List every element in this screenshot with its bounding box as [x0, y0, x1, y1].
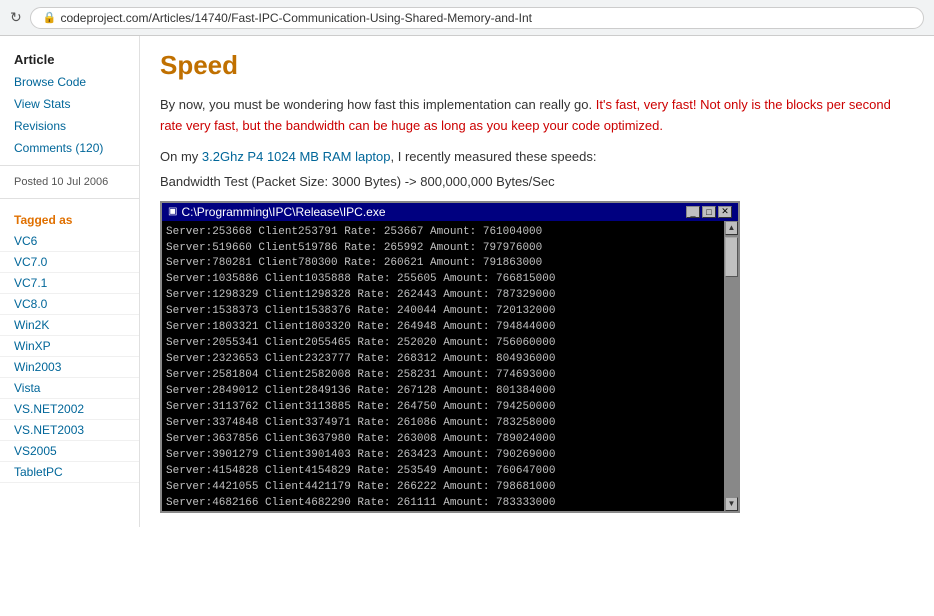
console-titlebar-icon: ▣: [168, 206, 177, 217]
console-restore-btn[interactable]: □: [702, 206, 716, 218]
sidebar-tag-vsnet2003[interactable]: VS.NET2003: [0, 420, 139, 441]
console-line: Server:2849012 Client2849136 Rate: 26712…: [166, 384, 720, 400]
sidebar-tag-vsnet2002[interactable]: VS.NET2002: [0, 399, 139, 420]
scrollbar-track: [725, 235, 738, 497]
laptop-link[interactable]: 3.2Ghz P4 1024 MB RAM laptop: [202, 149, 391, 164]
console-line: Server:1035886 Client1035888 Rate: 25560…: [166, 272, 720, 288]
measured-paragraph: On my 3.2Ghz P4 1024 MB RAM laptop, I re…: [160, 149, 914, 164]
console-line: Server:253668 Client253791 Rate: 253667 …: [166, 225, 720, 241]
console-line: Server:4421055 Client4421179 Rate: 26622…: [166, 480, 720, 496]
address-bar[interactable]: 🔒 codeproject.com/Articles/14740/Fast-IP…: [30, 7, 924, 29]
sidebar-divider-2: [0, 198, 139, 199]
sidebar-tag-vc6[interactable]: VC6: [0, 231, 139, 252]
console-titlebar-left: ▣ C:\Programming\IPC\Release\IPC.exe: [168, 205, 386, 219]
console-line: Server:519660 Client519786 Rate: 265992 …: [166, 241, 720, 257]
console-line: Server:4682166 Client4682290 Rate: 26111…: [166, 496, 720, 511]
console-line: Server:3374848 Client3374971 Rate: 26108…: [166, 416, 720, 432]
sidebar-tag-vista[interactable]: Vista: [0, 378, 139, 399]
console-line: Server:1298329 Client1298328 Rate: 26244…: [166, 288, 720, 304]
console-minimize-btn[interactable]: _: [686, 206, 700, 218]
console-window: ▣ C:\Programming\IPC\Release\IPC.exe _ □…: [160, 201, 740, 513]
sidebar-tag-vc71[interactable]: VC7.1: [0, 273, 139, 294]
reload-icon[interactable]: ↻: [10, 9, 22, 26]
sidebar-article-title: Article: [0, 46, 139, 71]
scrollbar-thumb[interactable]: [725, 237, 738, 277]
browser-bar: ↻ 🔒 codeproject.com/Articles/14740/Fast-…: [0, 0, 934, 36]
console-body: Server:253668 Client253791 Rate: 253667 …: [162, 221, 738, 511]
console-titlebar: ▣ C:\Programming\IPC\Release\IPC.exe _ □…: [162, 203, 738, 221]
console-title: C:\Programming\IPC\Release\IPC.exe: [181, 205, 385, 219]
console-line: Server:3901279 Client3901403 Rate: 26342…: [166, 448, 720, 464]
console-close-btn[interactable]: ✕: [718, 206, 732, 218]
sidebar-link-comments[interactable]: Comments (120): [0, 137, 139, 159]
console-line: Server:2323653 Client2323777 Rate: 26831…: [166, 352, 720, 368]
sidebar-posted: Posted 10 Jul 2006: [0, 172, 139, 192]
console-line: Server:4154828 Client4154829 Rate: 25354…: [166, 464, 720, 480]
scrollbar-up-arrow[interactable]: ▲: [725, 221, 738, 235]
console-line: Server:3113762 Client3113885 Rate: 26475…: [166, 400, 720, 416]
console-scrollbar: ▲ ▼: [724, 221, 738, 511]
sidebar-tag-winxp[interactable]: WinXP: [0, 336, 139, 357]
sidebar-tag-win2k[interactable]: Win2K: [0, 315, 139, 336]
scrollbar-down-arrow[interactable]: ▼: [725, 497, 738, 511]
console-lines: Server:253668 Client253791 Rate: 253667 …: [166, 225, 720, 511]
console-titlebar-buttons: _ □ ✕: [686, 206, 732, 218]
console-line: Server:2055341 Client2055465 Rate: 25202…: [166, 336, 720, 352]
sidebar: Article Browse Code View Stats Revisions…: [0, 36, 140, 527]
sidebar-link-browse-code[interactable]: Browse Code: [0, 71, 139, 93]
sidebar-tag-vc80[interactable]: VC8.0: [0, 294, 139, 315]
sidebar-tag-win2003[interactable]: Win2003: [0, 357, 139, 378]
sidebar-link-view-stats[interactable]: View Stats: [0, 93, 139, 115]
intro-paragraph: By now, you must be wondering how fast t…: [160, 95, 914, 137]
page-title: Speed: [160, 50, 914, 81]
console-line: Server:2581804 Client2582008 Rate: 25823…: [166, 368, 720, 384]
sidebar-divider-1: [0, 165, 139, 166]
sidebar-link-revisions[interactable]: Revisions: [0, 115, 139, 137]
console-line: Server:1538373 Client1538376 Rate: 24004…: [166, 304, 720, 320]
sidebar-tag-tabletpc[interactable]: TabletPC: [0, 462, 139, 483]
console-line: Server:1803321 Client1803320 Rate: 26494…: [166, 320, 720, 336]
main-content: Speed By now, you must be wondering how …: [140, 36, 934, 527]
lock-icon: 🔒: [43, 11, 57, 24]
sidebar-tagged-label: Tagged as: [0, 205, 139, 231]
sidebar-tag-vs2005[interactable]: VS2005: [0, 441, 139, 462]
console-line: Server:780281 Client780300 Rate: 260621 …: [166, 256, 720, 272]
console-line: Server:3637856 Client3637980 Rate: 26300…: [166, 432, 720, 448]
bandwidth-text: Bandwidth Test (Packet Size: 3000 Bytes)…: [160, 174, 914, 189]
url-text: codeproject.com/Articles/14740/Fast-IPC-…: [60, 11, 532, 25]
sidebar-tag-vc70[interactable]: VC7.0: [0, 252, 139, 273]
